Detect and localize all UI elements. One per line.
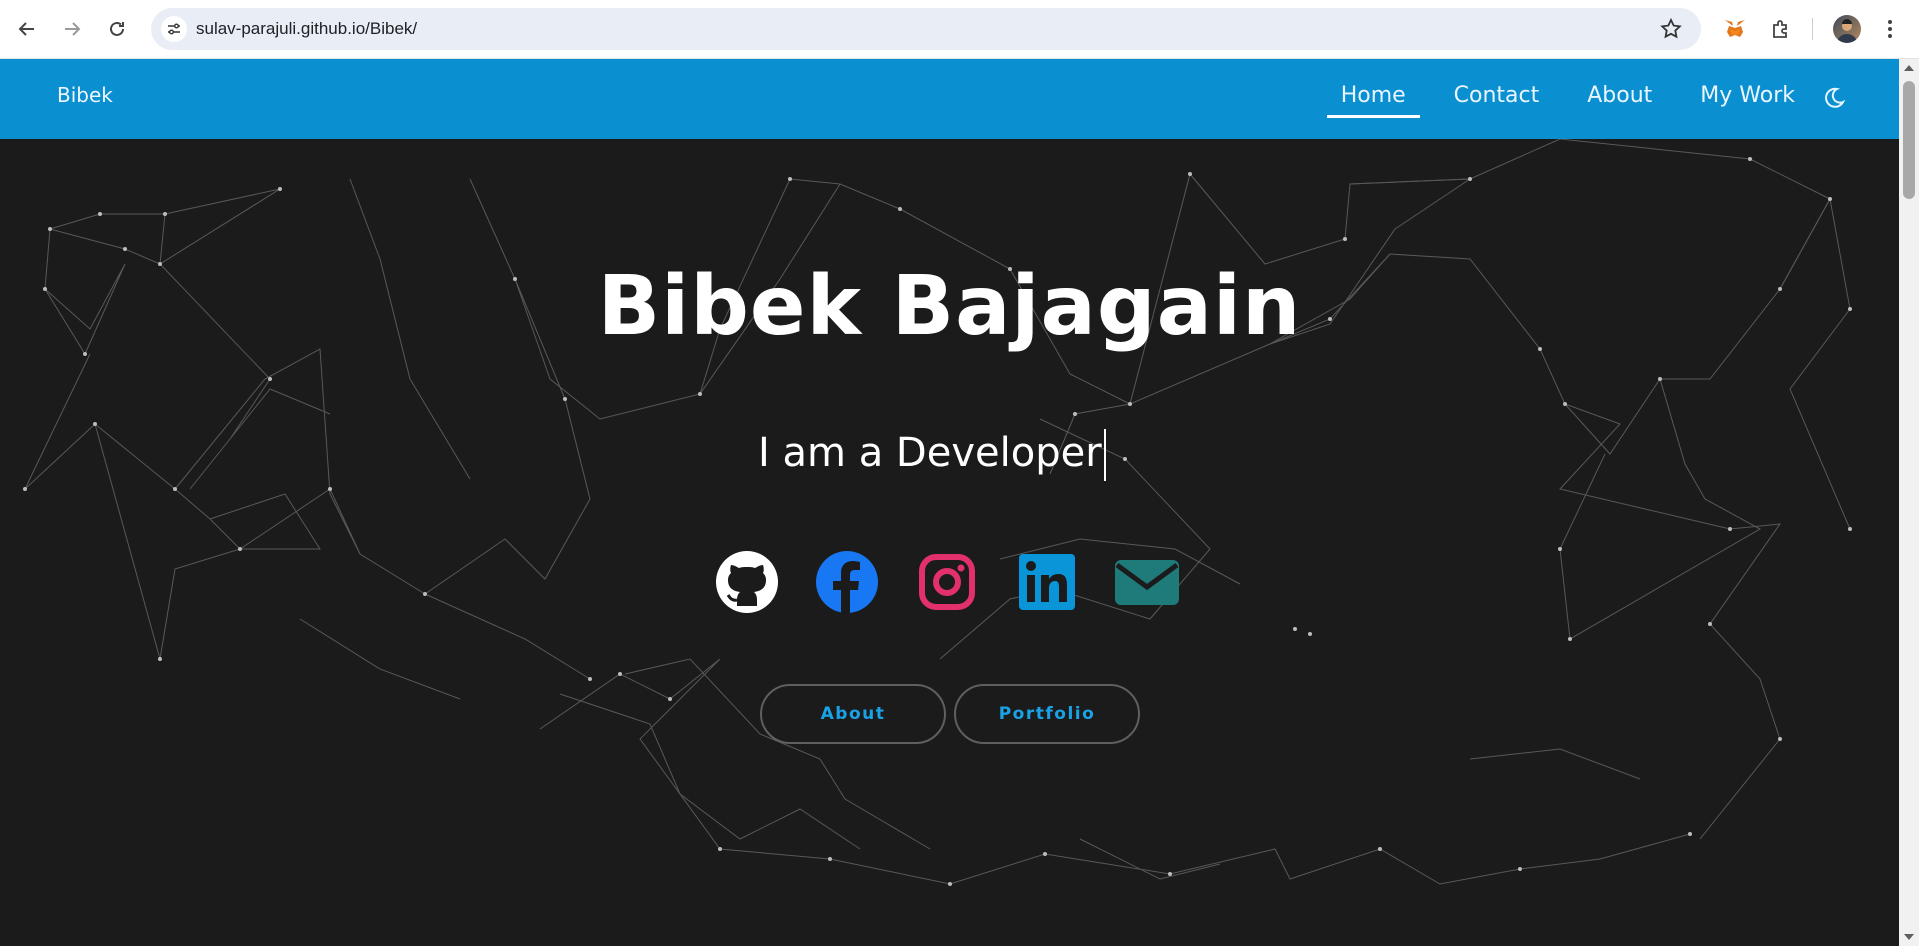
nav-item-my-work[interactable]: My Work xyxy=(1686,77,1809,118)
scroll-up-icon[interactable] xyxy=(1904,65,1914,71)
back-arrow-icon[interactable] xyxy=(11,13,43,45)
bookmark-star-icon[interactable] xyxy=(1659,17,1683,45)
typing-caret xyxy=(1103,429,1106,481)
brand-logo[interactable]: Bibek xyxy=(57,83,113,107)
hero-buttons: About Portfolio xyxy=(760,684,1140,744)
reload-icon[interactable] xyxy=(101,13,133,45)
about-button[interactable]: About xyxy=(760,684,946,744)
web-page: Bibek Home Contact About My Work Bibek B… xyxy=(0,59,1899,946)
profile-avatar[interactable] xyxy=(1833,15,1861,43)
scroll-down-icon[interactable] xyxy=(1904,934,1914,940)
nav-menu: Home Contact About My Work xyxy=(1307,77,1847,118)
typed-text: I am a Developer xyxy=(758,430,1102,476)
scrollbar-thumb[interactable] xyxy=(1903,81,1915,199)
moon-icon[interactable] xyxy=(1821,85,1847,111)
typed-subtitle: I am a Developer xyxy=(758,429,1106,481)
extensions-puzzle-icon[interactable] xyxy=(1766,14,1796,44)
more-menu-icon[interactable] xyxy=(1880,14,1900,44)
address-bar[interactable]: sulav-parajuli.github.io/Bibek/ xyxy=(151,8,1701,50)
forward-arrow-icon[interactable] xyxy=(56,13,88,45)
nav-item-contact[interactable]: Contact xyxy=(1440,77,1554,118)
toolbar-divider xyxy=(1812,18,1813,40)
metamask-fox-icon[interactable] xyxy=(1720,14,1750,44)
nav-item-home[interactable]: Home xyxy=(1326,77,1420,118)
particle-network-background xyxy=(23,138,1852,886)
nav-item-about[interactable]: About xyxy=(1573,77,1666,118)
site-navbar: Bibek Home Contact About My Work xyxy=(0,59,1899,139)
social-links xyxy=(713,548,1181,616)
facebook-icon[interactable] xyxy=(813,548,881,616)
browser-toolbar: sulav-parajuli.github.io/Bibek/ xyxy=(0,0,1919,59)
url-text[interactable]: sulav-parajuli.github.io/Bibek/ xyxy=(196,19,417,39)
envelope-icon[interactable] xyxy=(1113,548,1181,616)
github-icon[interactable] xyxy=(713,548,781,616)
hero-title: Bibek Bajagain xyxy=(597,259,1302,354)
instagram-icon[interactable] xyxy=(913,548,981,616)
linkedin-icon[interactable] xyxy=(1013,548,1081,616)
page-scrollbar[interactable] xyxy=(1899,59,1919,946)
site-info-icon[interactable] xyxy=(161,16,187,42)
portfolio-button[interactable]: Portfolio xyxy=(954,684,1140,744)
